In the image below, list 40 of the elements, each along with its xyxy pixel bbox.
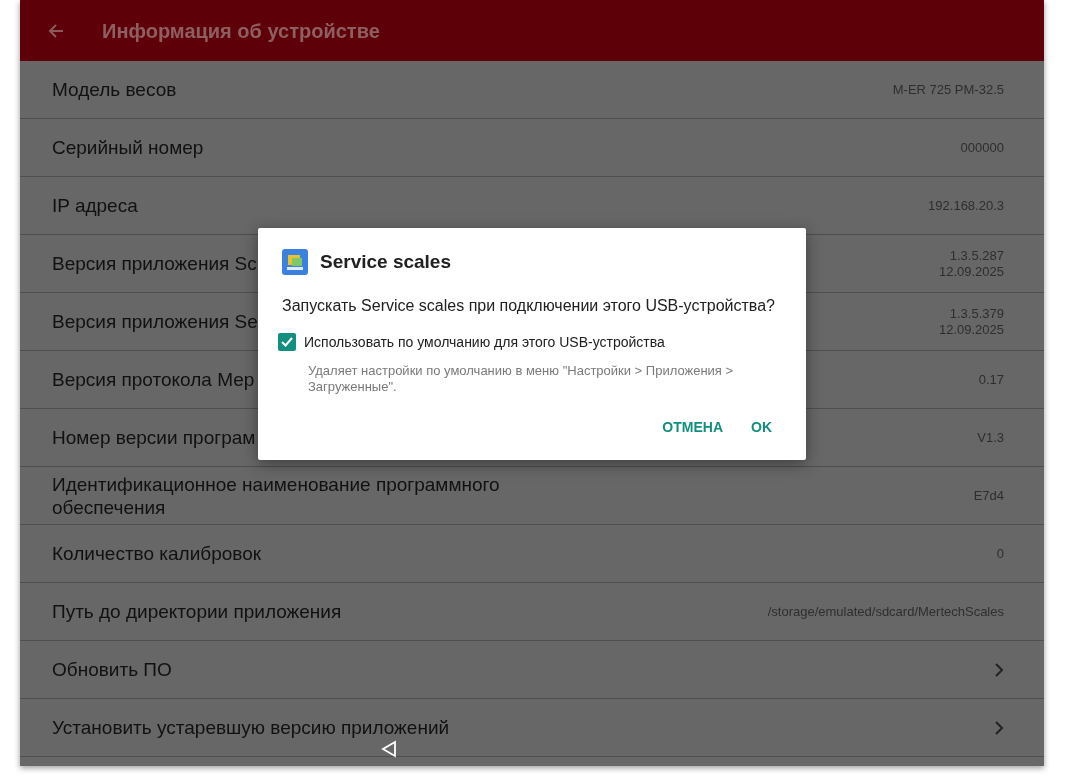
chevron-right-icon [994,661,1004,678]
row-label: Версия приложения Se [52,310,258,333]
screen-title: Информация об устройстве [102,18,380,44]
row-label: IP адреса [52,194,138,217]
row-value: /storage/emulated/sdcard/MertechScales [767,603,1004,620]
settings-row[interactable]: Обновить ПО [20,641,1044,699]
row-label: Путь до директории приложения [52,600,342,623]
row-value: 1.3.5.287 12.09.2025 [938,247,1004,280]
app-icon [282,249,308,276]
dialog-title: Service scales [320,250,451,274]
row-label: Версия протокола Мер [52,368,255,391]
check-icon [280,335,294,349]
dialog-button[interactable]: ОТМЕНА [652,408,733,446]
row-value: M-ER 725 PM-32.5 [892,81,1004,98]
row-label: Обновить ПО [52,658,172,681]
settings-row[interactable]: Установить устаревшую версию приложений [20,699,1044,757]
default-checkbox[interactable] [278,333,296,351]
checkbox-label: Использовать по умолчанию для этого USB-устройства [304,332,665,352]
row-label: Установить устаревшую версию приложений [52,716,450,739]
row-value: E7d4 [973,487,1004,504]
row-label: Номер версии програм [52,426,256,449]
chevron-right-icon [994,719,1004,736]
row-value: 192.168.20.3 [928,197,1004,214]
dialog-hint: Удаляет настройки по умолчанию в меню "Настройки > Приложения > Загруженные". [308,362,735,395]
row-label: Количество калибровок [52,542,262,565]
row-label: Модель весов [52,78,177,101]
row-value: 000000 [960,139,1004,156]
row-value: 1.3.5.379 12.09.2025 [938,305,1004,338]
row-label: Идентификационное наименование программного обеспечения [52,472,501,519]
nav-back-icon[interactable] [380,740,398,758]
dialog-button[interactable]: OK [741,408,782,446]
row-value: 0.17 [978,371,1004,388]
settings-row[interactable]: Модель весов M-ER 725 PM-32.5 [20,61,1044,119]
dialog-message: Запускать Service scales при подключении этого USB-устройства? [282,295,776,316]
settings-row[interactable]: Путь до директории приложения /storage/emulated/sdcard/MertechScales [20,583,1044,641]
settings-row[interactable]: Серийный номер 000000 [20,119,1044,177]
row-value: V1.3 [977,429,1004,446]
row-label: Серийный номер [52,136,204,159]
row-label: Версия приложения Sc [52,252,257,275]
settings-row[interactable]: Идентификационное наименование программного обеспечения E7d4 [20,467,1044,525]
